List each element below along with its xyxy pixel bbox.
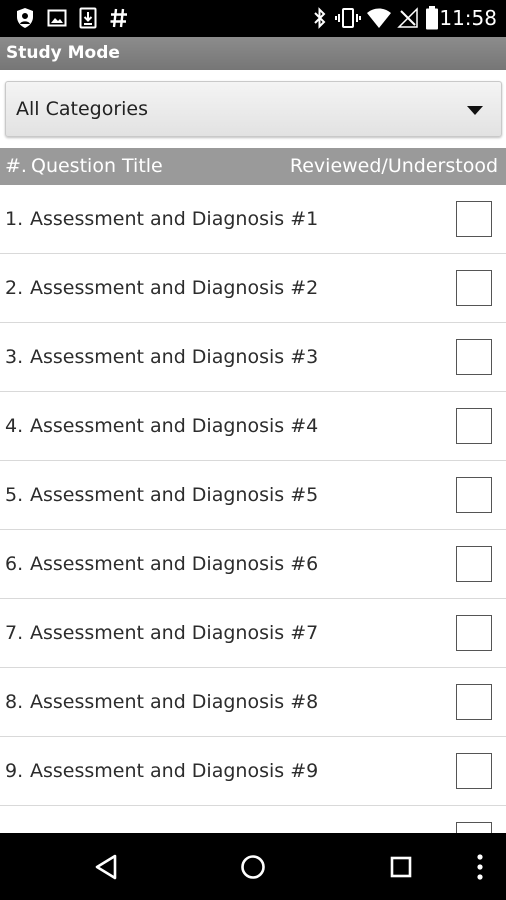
question-title: Assessment and Diagnosis #6 — [30, 553, 319, 575]
download-icon — [77, 6, 99, 30]
question-number: 7. — [5, 622, 24, 644]
hash-icon — [108, 6, 130, 30]
list-item[interactable] — [0, 806, 506, 833]
question-title: Assessment and Diagnosis #2 — [30, 277, 319, 299]
question-number: 8. — [5, 691, 24, 713]
no-signal-icon — [397, 6, 419, 30]
list-item[interactable]: 3. Assessment and Diagnosis #3 — [0, 323, 506, 392]
question-number: 9. — [5, 760, 24, 782]
reviewed-checkbox[interactable] — [456, 339, 492, 375]
question-title: Assessment and Diagnosis #1 — [30, 208, 319, 230]
question-title: Assessment and Diagnosis #5 — [30, 484, 319, 506]
overflow-menu-icon[interactable] — [458, 845, 502, 889]
reviewed-checkbox[interactable] — [456, 684, 492, 720]
list-item[interactable]: 4. Assessment and Diagnosis #4 — [0, 392, 506, 461]
image-icon — [46, 6, 68, 30]
list-item[interactable]: 1. Assessment and Diagnosis #1 — [0, 185, 506, 254]
question-number: 6. — [5, 553, 24, 575]
question-number: 1. — [5, 208, 24, 230]
list-item[interactable]: 7. Assessment and Diagnosis #7 — [0, 599, 506, 668]
list-item[interactable]: 6. Assessment and Diagnosis #6 — [0, 530, 506, 599]
table-header: #. Question Title Reviewed/Understood — [0, 148, 506, 185]
recents-icon[interactable] — [379, 845, 423, 889]
question-list[interactable]: 1. Assessment and Diagnosis #1 2. Assess… — [0, 185, 506, 833]
reviewed-checkbox[interactable] — [456, 615, 492, 651]
reviewed-checkbox[interactable] — [456, 477, 492, 513]
vibrate-icon — [335, 6, 361, 30]
list-item[interactable]: 8. Assessment and Diagnosis #8 — [0, 668, 506, 737]
list-item[interactable]: 9. Assessment and Diagnosis #9 — [0, 737, 506, 806]
reviewed-checkbox[interactable] — [456, 753, 492, 789]
header-reviewed-understood: Reviewed/Understood — [289, 155, 498, 177]
chevron-down-icon — [467, 106, 483, 115]
reviewed-checkbox[interactable] — [456, 270, 492, 306]
home-icon[interactable] — [231, 845, 275, 889]
reviewed-checkbox[interactable] — [456, 822, 492, 833]
battery-icon — [424, 6, 440, 30]
question-title: Assessment and Diagnosis #8 — [30, 691, 319, 713]
question-number: 3. — [5, 346, 24, 368]
shield-icon — [14, 6, 36, 30]
category-selector-area: All Categories — [0, 70, 506, 148]
reviewed-checkbox[interactable] — [456, 546, 492, 582]
system-nav-bar — [0, 833, 506, 900]
question-number: 5. — [5, 484, 24, 506]
bluetooth-icon — [311, 6, 329, 30]
question-title: Assessment and Diagnosis #4 — [30, 415, 319, 437]
reviewed-checkbox[interactable] — [456, 408, 492, 444]
app-title-bar: Study Mode — [0, 37, 506, 70]
category-dropdown-value: All Categories — [16, 98, 149, 120]
question-number: 4. — [5, 415, 24, 437]
back-icon[interactable] — [84, 845, 128, 889]
header-question-title: Question Title — [31, 155, 163, 177]
question-title: Assessment and Diagnosis #9 — [30, 760, 319, 782]
category-dropdown[interactable]: All Categories — [5, 81, 502, 137]
list-item[interactable]: 2. Assessment and Diagnosis #2 — [0, 254, 506, 323]
list-item[interactable]: 5. Assessment and Diagnosis #5 — [0, 461, 506, 530]
question-title: Assessment and Diagnosis #7 — [30, 622, 319, 644]
header-number: #. — [5, 155, 27, 177]
status-bar: 11:58 — [0, 0, 506, 37]
question-title: Assessment and Diagnosis #3 — [30, 346, 319, 368]
app-title: Study Mode — [6, 43, 120, 63]
question-number: 2. — [5, 277, 24, 299]
status-clock: 11:58 — [439, 6, 497, 30]
reviewed-checkbox[interactable] — [456, 201, 492, 237]
wifi-icon — [366, 6, 392, 30]
